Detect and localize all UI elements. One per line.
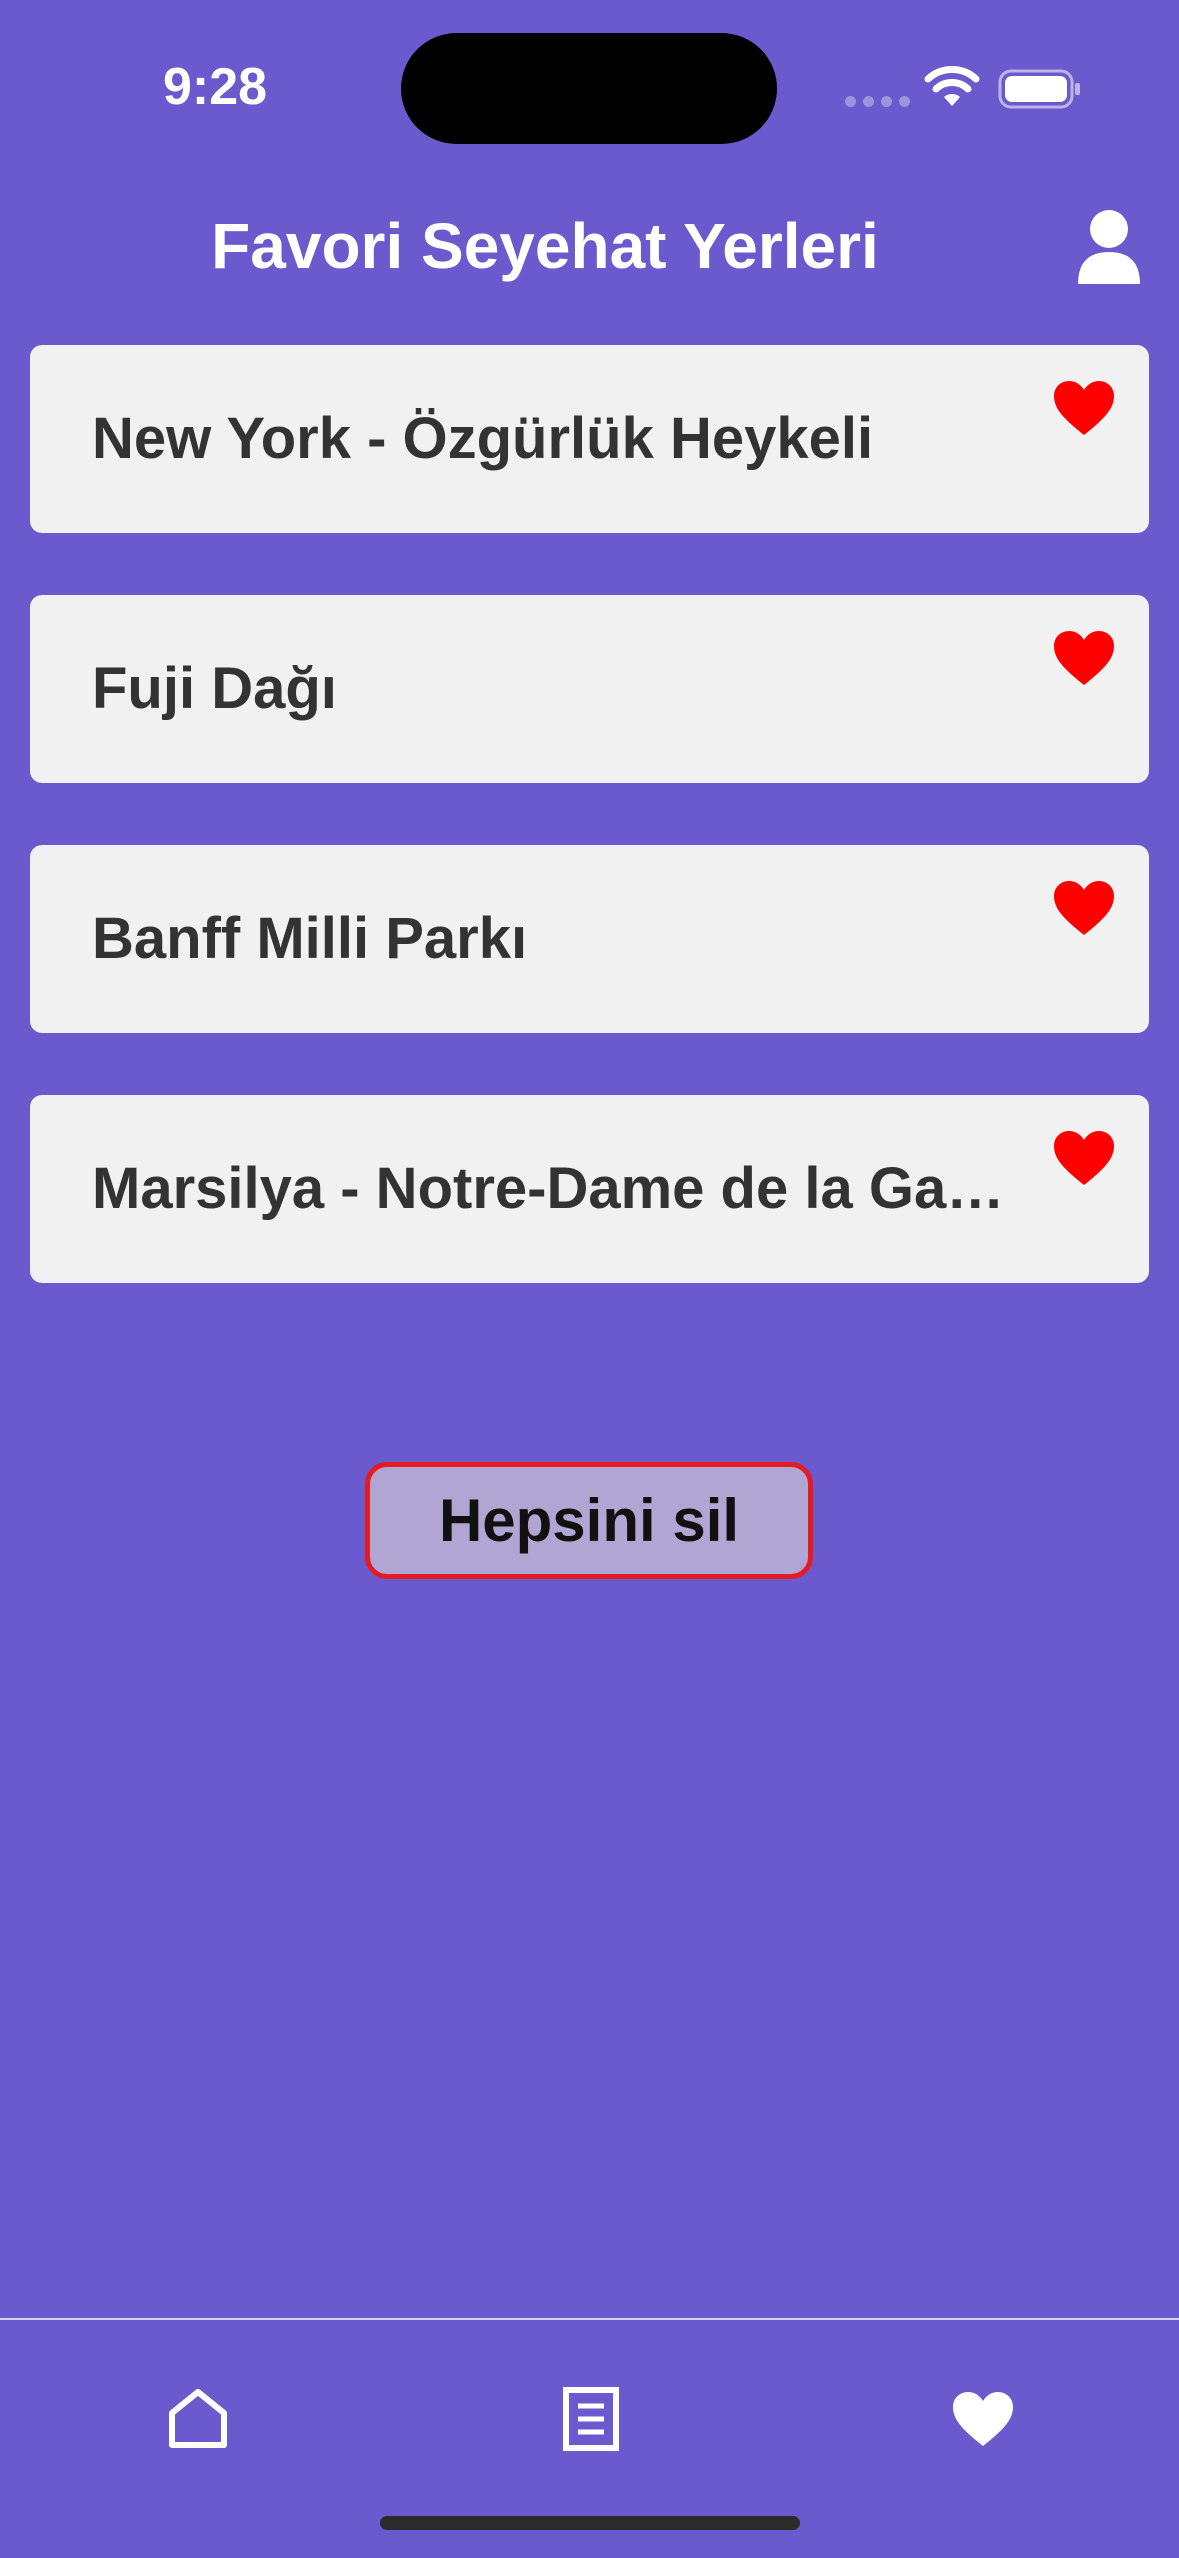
page-title: Favori Seyehat Yerleri — [211, 210, 879, 282]
heart-button[interactable] — [1052, 879, 1116, 937]
user-icon — [1078, 210, 1140, 284]
profile-button[interactable] — [1076, 208, 1142, 288]
heart-button[interactable] — [1052, 629, 1116, 687]
tab-favorites[interactable] — [928, 2364, 1038, 2474]
favorite-title: Banff Milli Parkı — [92, 906, 528, 971]
heart-button[interactable] — [1052, 379, 1116, 437]
favorites-list: New York - Özgürlük Heykeli Fuji Dağı Ba… — [30, 345, 1149, 1345]
home-indicator — [380, 2516, 800, 2530]
heart-icon — [953, 2392, 1013, 2446]
tab-home[interactable] — [143, 2364, 253, 2474]
heart-icon — [1054, 381, 1114, 435]
status-time: 9:28 — [162, 58, 268, 116]
heart-icon — [1054, 881, 1114, 935]
header: Favori Seyehat Yerleri — [0, 176, 1179, 316]
heart-icon — [1054, 1131, 1114, 1185]
favorite-card[interactable]: Banff Milli Parkı — [30, 845, 1149, 1033]
favorite-card[interactable]: Fuji Dağı — [30, 595, 1149, 783]
status-bar: 9:28 — [0, 0, 1179, 176]
favorite-card[interactable]: New York - Özgürlük Heykeli — [30, 345, 1149, 533]
battery-icon — [998, 69, 1080, 109]
heart-button[interactable] — [1052, 1129, 1116, 1187]
favorite-title: New York - Özgürlük Heykeli — [92, 406, 874, 471]
heart-icon — [1054, 631, 1114, 685]
favorite-title: Marsilya - Notre-Dame de la Garde — [92, 1156, 1022, 1221]
delete-all-button[interactable]: Hepsini sil — [365, 1462, 813, 1579]
home-icon — [169, 2389, 227, 2448]
cellular-signal-icon — [845, 96, 910, 107]
tab-list[interactable] — [536, 2364, 646, 2474]
dynamic-island — [401, 33, 777, 144]
wifi-icon — [924, 66, 980, 106]
favorite-title: Fuji Dağı — [92, 656, 337, 721]
favorite-card[interactable]: Marsilya - Notre-Dame de la Garde — [30, 1095, 1149, 1283]
document-list-icon — [563, 2387, 619, 2451]
